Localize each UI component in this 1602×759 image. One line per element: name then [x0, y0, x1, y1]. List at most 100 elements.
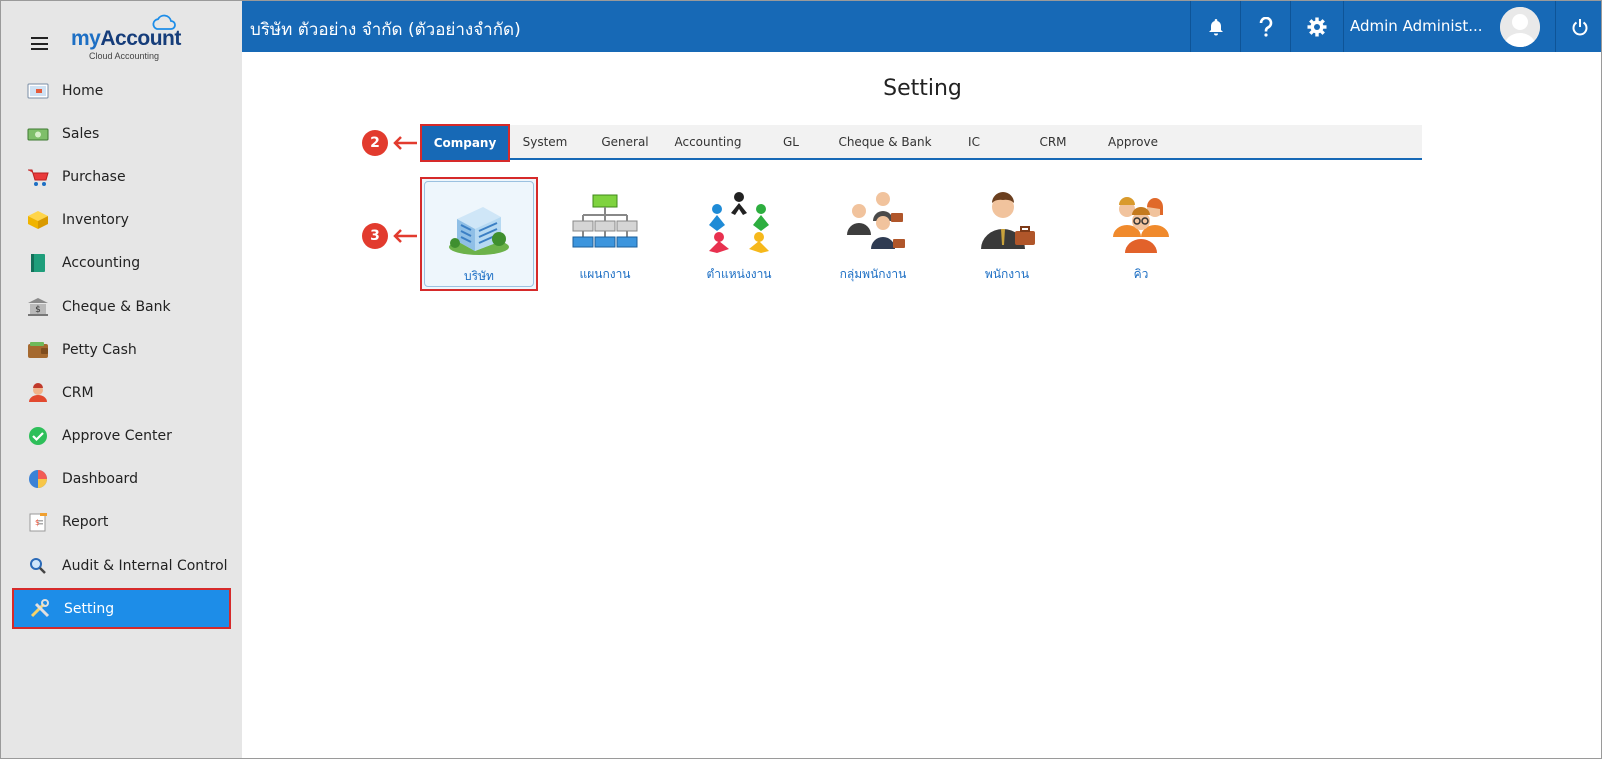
tile-position[interactable]: ตำแหน่งงาน: [680, 177, 798, 291]
report-icon: $: [29, 513, 47, 532]
avatar[interactable]: [1500, 7, 1540, 47]
sidebar-item-label: Cheque & Bank: [62, 298, 171, 315]
sidebar: myAccount Cloud Accounting Home Sales Pu…: [1, 1, 242, 758]
tab-crm[interactable]: CRM: [1012, 125, 1094, 158]
sidebar-item-sales[interactable]: Sales: [1, 112, 242, 155]
sidebar-item-dashboard[interactable]: Dashboard: [1, 458, 242, 501]
accounting-book-icon: [31, 254, 45, 273]
tile-label: ตำแหน่งงาน: [706, 267, 772, 281]
sidebar-item-label: Inventory: [62, 212, 129, 229]
setting-tabs: Company System General Accounting GL Che…: [420, 124, 1422, 162]
sidebar-item-purchase[interactable]: Purchase: [1, 155, 242, 198]
company-title[interactable]: บริษัท ตัวอย่าง จำกัด (ตัวอย่างจำกัด): [250, 16, 521, 43]
sidebar-item-report[interactable]: $ Report: [1, 501, 242, 544]
approve-check-icon: [29, 427, 47, 446]
sidebar-item-label: Petty Cash: [62, 341, 137, 358]
logo-area: myAccount Cloud Accounting: [1, 1, 242, 69]
hamburger-menu-icon[interactable]: [31, 37, 48, 50]
sidebar-item-label: Sales: [62, 125, 100, 142]
sidebar-item-inventory[interactable]: Inventory: [1, 199, 242, 242]
setting-tools-icon: [30, 598, 50, 617]
svg-text:$: $: [35, 518, 40, 527]
sidebar-item-home[interactable]: Home: [1, 69, 242, 112]
tile-label: กลุ่มพนักงาน: [839, 267, 907, 281]
help-button[interactable]: [1241, 1, 1290, 52]
tile-company[interactable]: บริษัท: [420, 177, 538, 291]
sidebar-item-cheque-bank[interactable]: $ Cheque & Bank: [1, 285, 242, 328]
crm-person-icon: [29, 382, 47, 402]
question-mark-icon: [1259, 16, 1272, 37]
sidebar-item-accounting[interactable]: Accounting: [1, 242, 242, 285]
sidebar-item-label: Report: [62, 514, 109, 531]
audit-magnifier-icon: [30, 557, 46, 574]
inventory-box-icon: [28, 211, 48, 230]
sidebar-item-petty-cash[interactable]: Petty Cash: [1, 328, 242, 371]
tab-general[interactable]: General: [582, 125, 668, 158]
wallet-icon: [28, 341, 48, 358]
tab-accounting[interactable]: Accounting: [668, 125, 748, 158]
main-content: Setting 2 Company System General Account…: [242, 52, 1601, 758]
sidebar-nav: Home Sales Purchase Inventory Accounting…: [1, 69, 242, 630]
queue-icon: [1113, 197, 1169, 253]
tile-label: พนักงาน: [984, 267, 1030, 281]
top-bar: บริษัท ตัวอย่าง จำกัด (ตัวอย่างจำกัด) Ad…: [242, 1, 1601, 52]
tile-employee-group[interactable]: กลุ่มพนักงาน: [814, 177, 932, 291]
tile-queue[interactable]: คิว: [1082, 177, 1200, 291]
tab-ic[interactable]: IC: [936, 125, 1012, 158]
setting-tiles: บริษัท แผนกงาน ตำแหน่งงาน กลุ่มพนักงาน พ…: [420, 177, 1322, 297]
gear-icon: [1307, 17, 1327, 36]
logout-button[interactable]: [1556, 1, 1601, 52]
position-people-icon: [709, 192, 769, 253]
sidebar-item-approve-center[interactable]: Approve Center: [1, 415, 242, 458]
logo-text: myAccount: [71, 27, 181, 51]
settings-button[interactable]: [1291, 1, 1343, 52]
svg-text:$: $: [35, 305, 41, 315]
tab-system[interactable]: System: [510, 125, 580, 158]
employee-icon: [981, 192, 1035, 249]
power-icon: [1572, 18, 1587, 35]
dashboard-pie-icon: [29, 470, 47, 489]
app-logo[interactable]: myAccount Cloud Accounting: [71, 13, 191, 63]
tab-approve[interactable]: Approve: [1094, 125, 1172, 158]
tile-label: คิว: [1133, 267, 1149, 281]
sales-icon: [27, 128, 49, 141]
annotation-marker-2: 2: [362, 130, 388, 156]
page-title: Setting: [883, 76, 962, 101]
sidebar-item-setting[interactable]: Setting: [12, 588, 231, 630]
divider: [1343, 1, 1344, 52]
sidebar-item-label: Purchase: [62, 168, 126, 185]
tab-cheque-bank[interactable]: Cheque & Bank: [834, 125, 936, 158]
sidebar-item-crm[interactable]: CRM: [1, 371, 242, 414]
bell-icon: [1208, 18, 1223, 35]
sidebar-item-label: Audit & Internal Control: [62, 557, 228, 574]
app-window: myAccount Cloud Accounting Home Sales Pu…: [0, 0, 1602, 759]
sidebar-item-label: Dashboard: [62, 471, 138, 488]
sidebar-item-label: Setting: [64, 600, 115, 617]
logo-account: Account: [100, 27, 181, 50]
employee-group-icon: [847, 192, 905, 249]
notification-button[interactable]: [1191, 1, 1240, 52]
user-name[interactable]: Admin Administ...: [1350, 17, 1483, 35]
sidebar-item-label: Approve Center: [62, 428, 172, 445]
purchase-cart-icon: [28, 169, 49, 186]
tab-gl[interactable]: GL: [748, 125, 834, 158]
department-chart-icon: [572, 194, 638, 248]
tile-department[interactable]: แผนกงาน: [546, 177, 664, 291]
annotation-arrow-3: [393, 229, 417, 243]
tab-company[interactable]: Company: [420, 124, 510, 162]
sidebar-item-audit[interactable]: Audit & Internal Control: [1, 544, 242, 587]
tile-label: บริษัท: [464, 269, 494, 283]
company-building-icon: [449, 207, 509, 255]
home-icon: [27, 83, 49, 99]
annotation-arrow-2: [393, 136, 417, 150]
bank-icon: $: [28, 297, 48, 316]
tile-label: แผนกงาน: [579, 267, 631, 281]
user-avatar-icon: [1500, 7, 1540, 47]
logo-my: my: [71, 27, 101, 50]
logo-subtitle: Cloud Accounting: [89, 51, 160, 61]
sidebar-item-label: CRM: [62, 384, 94, 401]
annotation-marker-3: 3: [362, 223, 388, 249]
sidebar-item-label: Accounting: [62, 255, 141, 272]
tile-employee[interactable]: พนักงาน: [948, 177, 1066, 291]
sidebar-item-label: Home: [62, 82, 104, 99]
